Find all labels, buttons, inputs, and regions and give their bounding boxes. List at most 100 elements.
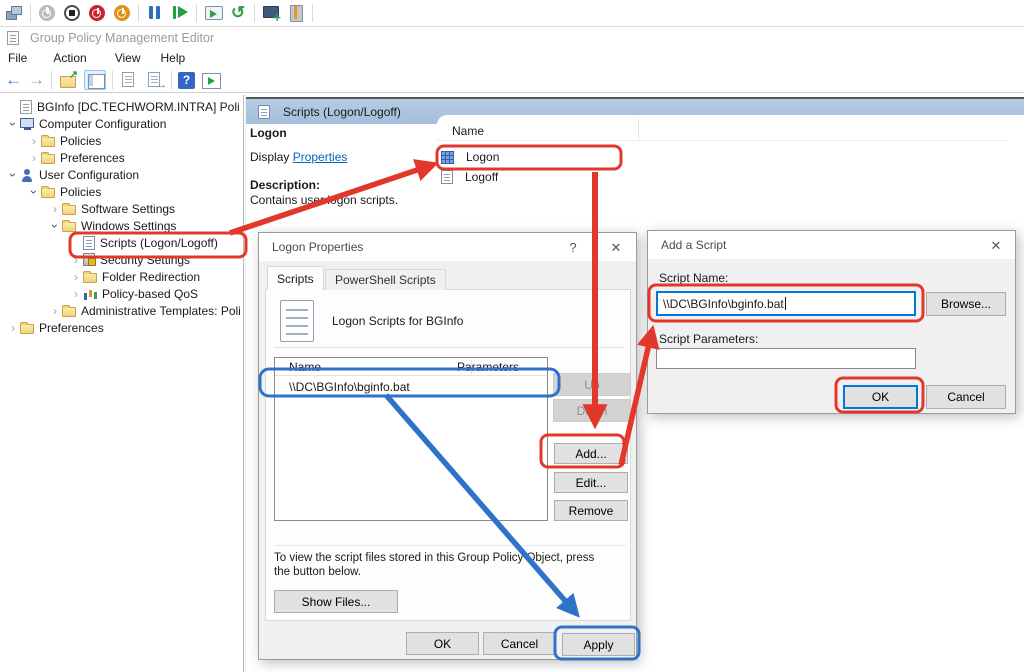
tree-item-policies[interactable]: ›Policies [2, 183, 240, 200]
show-files-button[interactable]: Show Files... [274, 590, 398, 613]
apply-button[interactable]: Apply [562, 633, 635, 656]
chevron-right-icon[interactable]: › [6, 321, 20, 335]
ok-button[interactable]: OK [843, 385, 918, 409]
tree-item-preferences[interactable]: › Preferences [2, 319, 240, 336]
console-icon[interactable] [204, 4, 222, 22]
tree-item-label: Administrative Templates: Polic [81, 304, 240, 318]
tree-item-computer-configuration[interactable]: ›Computer Configuration [2, 115, 240, 132]
reboot-icon[interactable] [113, 4, 131, 22]
col-name[interactable]: Name [275, 360, 457, 374]
list-item-label: Logoff [465, 170, 498, 184]
tree-item-label: Security Settings [100, 253, 190, 267]
tree-item-folder-redirection[interactable]: ›Folder Redirection [2, 268, 240, 285]
chevron-right-icon[interactable]: › [27, 134, 41, 148]
new-vm-icon[interactable] [262, 4, 280, 22]
folder-icon [62, 222, 76, 232]
menu-action[interactable]: Action [53, 51, 86, 65]
tree-item-scripts-logon-logoff[interactable]: Scripts (Logon/Logoff) [2, 234, 240, 251]
chevron-down-icon[interactable]: › [27, 185, 41, 199]
script-list-item[interactable]: \\DC\BGInfo\bginfo.bat [275, 376, 547, 398]
menu-view[interactable]: View [115, 51, 141, 65]
tree-item-label: Scripts (Logon/Logoff) [100, 236, 218, 250]
tree-item-user-configuration[interactable]: ›User Configuration [2, 166, 240, 183]
tab-scripts[interactable]: Scripts [267, 266, 324, 290]
revert-icon[interactable]: ↺ [229, 4, 247, 22]
chevron-down-icon[interactable]: › [6, 168, 20, 182]
name-column-header[interactable]: Name [452, 124, 632, 138]
name-header-underline [437, 140, 1007, 141]
tree-item-policy-based-qos[interactable]: ›Policy-based QoS [2, 285, 240, 302]
back-icon[interactable]: ← [5, 70, 22, 90]
machines-icon[interactable] [5, 4, 23, 22]
tree-item-software-settings[interactable]: ›Software Settings [2, 200, 240, 217]
tree-item-policies[interactable]: ›Policies [2, 132, 240, 149]
column-divider[interactable] [471, 359, 472, 375]
export-list-icon[interactable] [145, 71, 165, 89]
security-icon [83, 253, 95, 266]
up-level-icon[interactable] [58, 71, 78, 89]
shutdown-icon[interactable] [88, 4, 106, 22]
tree-item-bginfo-dc-techworm-intra-policy[interactable]: BGInfo [DC.TECHWORM.INTRA] Policy [2, 98, 240, 115]
note-line-1: To view the script files stored in this … [274, 551, 594, 565]
power-off-icon[interactable] [38, 4, 56, 22]
menu-help[interactable]: Help [161, 51, 186, 65]
chart-icon [83, 287, 97, 300]
run-icon[interactable] [171, 4, 189, 22]
browse-button[interactable]: Browse... [926, 292, 1006, 316]
list-item-logon[interactable]: Logon [441, 147, 641, 167]
chevron-right-icon[interactable]: › [69, 270, 83, 284]
down-button[interactable]: Down [553, 399, 631, 422]
chevron-right-icon[interactable]: › [48, 202, 62, 216]
remove-button[interactable]: Remove [554, 500, 628, 521]
chevron-down-icon[interactable]: › [6, 117, 20, 131]
script-list[interactable]: Name Parameters \\DC\BGInfo\bginfo.bat [274, 357, 548, 521]
tree-item-preferences[interactable]: ›Preferences [2, 149, 240, 166]
description-label: Description: [250, 178, 320, 192]
extended-view-icon[interactable] [201, 71, 221, 89]
pause-icon[interactable] [146, 4, 164, 22]
ok-button[interactable]: OK [406, 632, 479, 655]
chevron-right-icon[interactable]: › [27, 151, 41, 165]
archive-icon[interactable] [287, 4, 305, 22]
show-tree-icon[interactable] [84, 70, 106, 90]
folder-icon [41, 154, 55, 164]
chevron-right-icon[interactable]: › [69, 253, 83, 267]
chevron-down-icon[interactable]: › [48, 219, 62, 233]
tree-item-administrative-templates-polic[interactable]: › Administrative Templates: Polic [2, 302, 240, 319]
tree-item-security-settings[interactable]: › Security Settings [2, 251, 240, 268]
tab-powershell-scripts[interactable]: PowerShell Scripts [325, 269, 446, 290]
dialog-help-button[interactable]: ? [564, 239, 582, 256]
script-name-input[interactable]: \\DC\BGInfo\bginfo.bat [656, 291, 916, 316]
properties-link[interactable]: Properties [293, 150, 348, 164]
folder-icon [20, 324, 34, 334]
add-script-titlebar: Add a Script ✕ [648, 231, 1015, 259]
folder2-icon [83, 273, 97, 283]
chevron-right-icon[interactable]: › [48, 304, 62, 318]
gpme-toolbar: ← → ? [0, 68, 1024, 93]
tree-item-label: Preferences [39, 321, 104, 335]
script-parameters-input[interactable] [656, 348, 916, 369]
tree-item-windows-settings[interactable]: ›Windows Settings [2, 217, 240, 234]
up-button[interactable]: Up [553, 373, 631, 396]
col-parameters[interactable]: Parameters [457, 360, 519, 374]
stop-icon[interactable] [63, 4, 81, 22]
logon-properties-dialog: Logon Properties ? ✕ Scripts PowerShell … [258, 232, 637, 660]
properties-icon[interactable] [119, 71, 139, 89]
cancel-button[interactable]: Cancel [483, 632, 556, 655]
forward-icon[interactable]: → [28, 70, 45, 90]
cancel-button[interactable]: Cancel [926, 385, 1006, 409]
list-item-logoff[interactable]: Logoff [441, 167, 641, 187]
add-button[interactable]: Add... [554, 443, 628, 464]
user-icon [20, 168, 34, 182]
main-pane-header-label: Scripts (Logon/Logoff) [283, 105, 401, 119]
dialog-close-button[interactable]: ✕ [607, 239, 625, 256]
edit-button[interactable]: Edit... [554, 472, 628, 493]
pane-divider[interactable] [243, 95, 244, 672]
logon-properties-title: Logon Properties [272, 240, 363, 254]
description-text: Contains user logon scripts. [250, 193, 398, 207]
menu-file[interactable]: File [8, 51, 27, 65]
help-icon[interactable]: ? [178, 72, 195, 89]
chevron-right-icon[interactable]: › [69, 287, 83, 301]
folder-icon [41, 137, 55, 147]
dialog-close-button[interactable]: ✕ [987, 237, 1005, 254]
